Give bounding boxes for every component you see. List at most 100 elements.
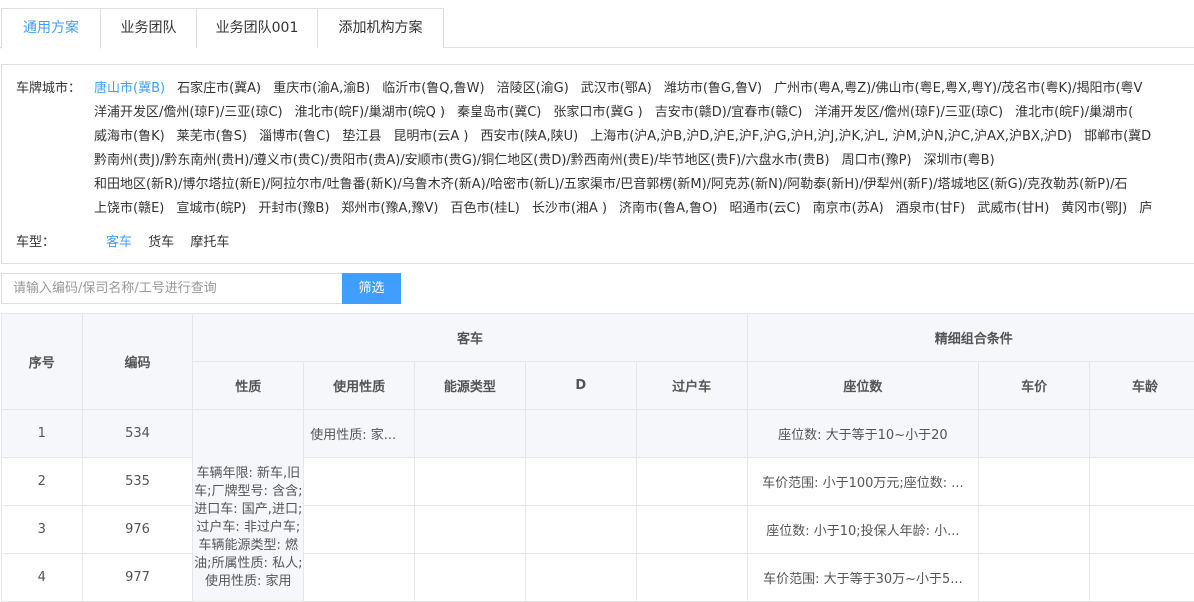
header-energy-type: 能源类型 [414,361,526,410]
cell-nature-merged: 车辆年限: 新车,旧车;厂牌型号: 含含;进口车: 国产,进口;过户车: 非过户… [192,409,305,602]
city-option[interactable]: 昭通市(云C) [729,201,800,216]
cell-seats: 车价范围: 小于100万元;座位数: ... [746,457,980,506]
city-option[interactable]: 长沙市(湘A ) [532,201,607,216]
city-option[interactable]: 临沂市(鲁Q,鲁W) [382,81,484,96]
city-option[interactable]: 黄冈市(鄂J) [1061,201,1127,216]
tab-business-team[interactable]: 业务团队 [100,8,197,48]
tab-general-plan[interactable]: 通用方案 [1,8,101,49]
city-option[interactable]: 吉安市(赣D)/宜春市(赣C) [655,105,803,120]
city-option[interactable]: 深圳市(粤B) [924,153,995,168]
city-option[interactable]: 秦皇岛市(冀C) [457,105,541,120]
city-option[interactable]: 南京市(苏A) [813,201,884,216]
city-option[interactable]: 周口市(豫P) [842,153,912,168]
vehicle-type-truck[interactable]: 货车 [148,235,174,250]
cell-energy [414,409,526,458]
city-option[interactable]: 重庆市(渝A,渝B) [273,81,370,96]
table-row[interactable]: 1 534 车辆年限: 新车,旧车;厂牌型号: 含含;进口车: 国产,进口;过户… [1,409,1194,602]
city-list: 唐山市(冀B) 石家庄市(冀A) 重庆市(渝A,渝B) 临沂市(鲁Q,鲁W) 涪陵区(渝… [94,77,1194,221]
cell-code: 977 [81,553,194,602]
header-transfer-car: 过户车 [635,361,748,410]
city-option[interactable]: 邯郸市(冀D [1084,129,1151,144]
tab-add-org-plan[interactable]: 添加机构方案 [317,8,444,48]
header-passenger-group: 客车 [192,313,748,362]
city-option[interactable]: 开封市(豫B) [258,201,329,216]
cell-usage [303,505,416,554]
city-line: 上饶市(赣E) 宣城市(皖P) 开封市(豫B) 郑州市(豫A,豫V) 百色市(桂L) 长沙… [94,197,1194,221]
plan-table: 序号 编码 客车 精细组合条件 性质 使用性质 能源类型 D 过户车 座位数 车… [1,313,1194,602]
header-combo-group: 精细组合条件 [746,313,1194,362]
city-option[interactable]: 宣城市(皖P) [176,201,246,216]
city-option[interactable]: 垫江县 [342,129,381,144]
city-line: 黔南州(贵J)/黔东南州(贵H)/遵义市(贵C)/贵阳市(贵A)/安顺市(贵G)… [94,149,1194,173]
cell-age [1089,409,1194,458]
city-option[interactable]: 唐山市(冀B) [94,81,165,96]
city-option[interactable]: 莱芜市(鲁S) [177,129,247,144]
cell-seq: 3 [1,505,83,554]
cell-seq: 2 [1,457,83,506]
cell-seats: 车价范围: 大于等于30万~小于5... [746,553,980,602]
cell-seq: 4 [1,553,83,602]
tab-business-team-001[interactable]: 业务团队001 [196,8,318,48]
cell-transfer [635,505,748,554]
cell-energy [414,505,526,554]
city-option[interactable]: 潍坊市(鲁G,鲁V) [664,81,762,96]
search-input[interactable]: 请输入编码/保司名称/工号进行查询 [1,273,342,304]
city-option[interactable]: 淮北市(皖F)/巢湖市( [1015,105,1133,120]
vehicle-type-passenger[interactable]: 客车 [106,235,132,250]
city-option[interactable]: 郑州市(豫A,豫V) [341,201,438,216]
city-line: 威海市(鲁K) 莱芜市(鲁S) 淄博市(鲁C) 垫江县 昆明市(云A ) 西安市(陕A,陕… [94,125,1194,149]
city-option[interactable]: 上饶市(赣E) [94,201,164,216]
vehicle-type-label: 车型： [16,235,56,250]
filter-button[interactable]: 筛选 [342,273,401,304]
vehicle-type-motorcycle[interactable]: 摩托车 [190,235,229,250]
cell-age [1089,457,1194,506]
city-option[interactable]: 涪陵区(渝G) [497,81,569,96]
cell-code: 535 [81,457,194,506]
city-option[interactable]: 武威市(甘H) [977,201,1049,216]
cell-seats: 座位数: 大于等于10~小于20 [746,409,980,458]
city-option[interactable]: 上海市(沪A,沪B,沪D,沪E,沪F,沪G,沪H,沪J,沪K,沪L, 沪M,沪N… [590,129,1072,144]
cell-seats: 座位数: 小于10;投保人年龄: 小... [746,505,980,554]
city-option[interactable]: 威海市(鲁K) [94,129,165,144]
cell-usage [303,457,416,506]
city-option[interactable]: 张家口市(冀G ) [553,105,642,120]
city-option[interactable]: 淮北市(皖F)/巢湖市(皖Q ) [295,105,446,120]
table-row[interactable]: 3 976 座位数: 小于10;投保人年龄: 小... [1,505,1194,554]
city-option[interactable]: 淄博市(鲁C) [259,129,330,144]
header-car-age: 车龄 [1089,361,1194,410]
tab-bar: 通用方案 业务团队 业务团队001 添加机构方案 [0,8,1194,49]
cell-energy [414,457,526,506]
city-option[interactable]: 庐 [1139,201,1152,216]
header-seq: 序号 [1,313,83,410]
city-option[interactable]: 洋浦开发区/儋州(琼F)/三亚(琼C) [814,105,1003,120]
city-option[interactable]: 和田地区(新R)/博尔塔拉(新E)/阿拉尔市/吐鲁番(新K)/乌鲁木齐(新A)/… [94,177,1128,192]
city-line: 洋浦开发区/儋州(琼F)/三亚(琼C) 淮北市(皖F)/巢湖市(皖Q ) 秦皇岛市(… [94,101,1194,125]
city-option[interactable]: 武汉市(鄂A) [581,81,652,96]
cell-usage [303,553,416,602]
cell-energy [414,553,526,602]
city-option[interactable]: 石家庄市(冀A) [177,81,261,96]
cell-price [978,409,1091,458]
city-option[interactable]: 昆明市(云A ) [393,129,468,144]
city-label: 车牌城市： [16,81,82,96]
header-seats: 座位数 [746,361,980,410]
city-line: 唐山市(冀B) 石家庄市(冀A) 重庆市(渝A,渝B) 临沂市(鲁Q,鲁W) 涪陵区(渝… [94,77,1194,101]
cell-d [524,409,637,458]
filter-panel: 车牌城市： 唐山市(冀B) 石家庄市(冀A) 重庆市(渝A,渝B) 临沂市(鲁Q,鲁W… [1,64,1194,264]
city-option[interactable]: 百色市(桂L) [450,201,519,216]
table-row[interactable]: 4 977 车价范围: 大于等于30万~小于5... [1,553,1194,602]
city-option[interactable]: 洋浦开发区/儋州(琼F)/三亚(琼C) [94,105,283,120]
vehicle-type-options: 客车 货车 摩托车 [106,231,241,250]
header-d: D [524,361,637,410]
table-row[interactable]: 2 535 车价范围: 小于100万元;座位数: ... [1,457,1194,506]
city-option[interactable]: 酒泉市(甘F) [896,201,966,216]
cell-code: 534 [81,409,194,458]
city-option[interactable]: 西安市(陕A,陕U) [481,129,579,144]
header-code: 编码 [81,313,194,410]
cell-d [524,553,637,602]
cell-price [978,505,1091,554]
cell-transfer [635,457,748,506]
city-option[interactable]: 济南市(鲁A,鲁O) [619,201,717,216]
city-option[interactable]: 黔南州(贵J)/黔东南州(贵H)/遵义市(贵C)/贵阳市(贵A)/安顺市(贵G)… [94,153,830,168]
city-option[interactable]: 广州市(粤A,粤Z)/佛山市(粤E,粤X,粤Y)/茂名市(粤K)/揭阳市(粤V [774,81,1142,96]
